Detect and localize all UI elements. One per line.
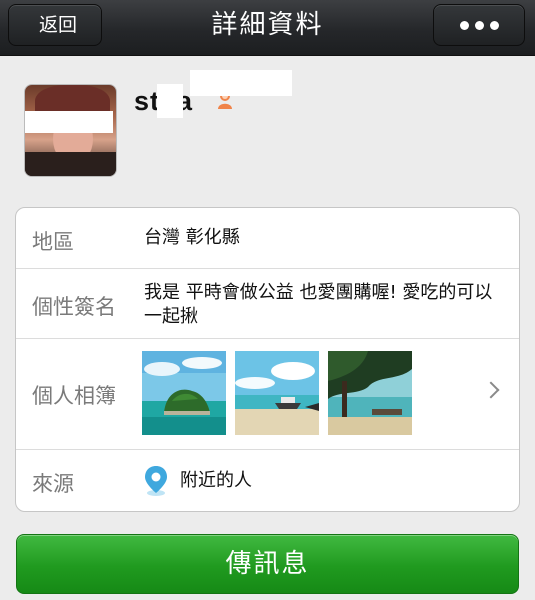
title-bar: 返回 詳細資料 bbox=[0, 0, 535, 56]
signature-value: 我是 平時會做公益 也愛團購喔! 愛吃的可以一起揪 bbox=[144, 282, 493, 327]
signature-privacy-mask bbox=[190, 70, 292, 96]
avatar-privacy-mask bbox=[25, 111, 113, 133]
source-value: 附近的人 bbox=[180, 470, 252, 491]
region-row: 地區 台灣 彰化縣 bbox=[16, 208, 519, 269]
signature-label: 個性簽名 bbox=[32, 295, 116, 319]
tree-beach-photo[interactable] bbox=[328, 351, 412, 435]
location-pin-icon bbox=[145, 466, 167, 496]
nickname-privacy-mask bbox=[157, 84, 183, 118]
more-dots-icon bbox=[459, 20, 469, 30]
island-photo[interactable] bbox=[142, 351, 226, 435]
album-label: 個人相簿 bbox=[32, 384, 116, 408]
more-dot bbox=[474, 20, 484, 30]
signature-row: 個性簽名 我是 平時會做公益 也愛團購喔! 愛吃的可以一起揪 bbox=[16, 269, 519, 339]
profile-details-card: 地區 台灣 彰化縣 個性簽名 我是 平時會做公益 也愛團購喔! 愛吃的可以一起揪… bbox=[15, 207, 520, 512]
more-options-button[interactable] bbox=[433, 4, 525, 46]
source-label: 來源 bbox=[32, 472, 74, 496]
chevron-right-icon bbox=[482, 381, 500, 399]
beach-boat-photo[interactable] bbox=[235, 351, 319, 435]
region-value: 台灣 彰化縣 bbox=[144, 227, 240, 248]
more-dot bbox=[489, 20, 499, 30]
send-message-button[interactable]: 傳訊息 bbox=[16, 534, 519, 594]
album-row[interactable]: 個人相簿 bbox=[16, 339, 519, 450]
avatar-shirt bbox=[25, 152, 116, 176]
region-label: 地區 bbox=[32, 230, 74, 254]
source-row: 來源 附近的人 bbox=[16, 450, 519, 511]
avatar[interactable] bbox=[24, 84, 117, 177]
